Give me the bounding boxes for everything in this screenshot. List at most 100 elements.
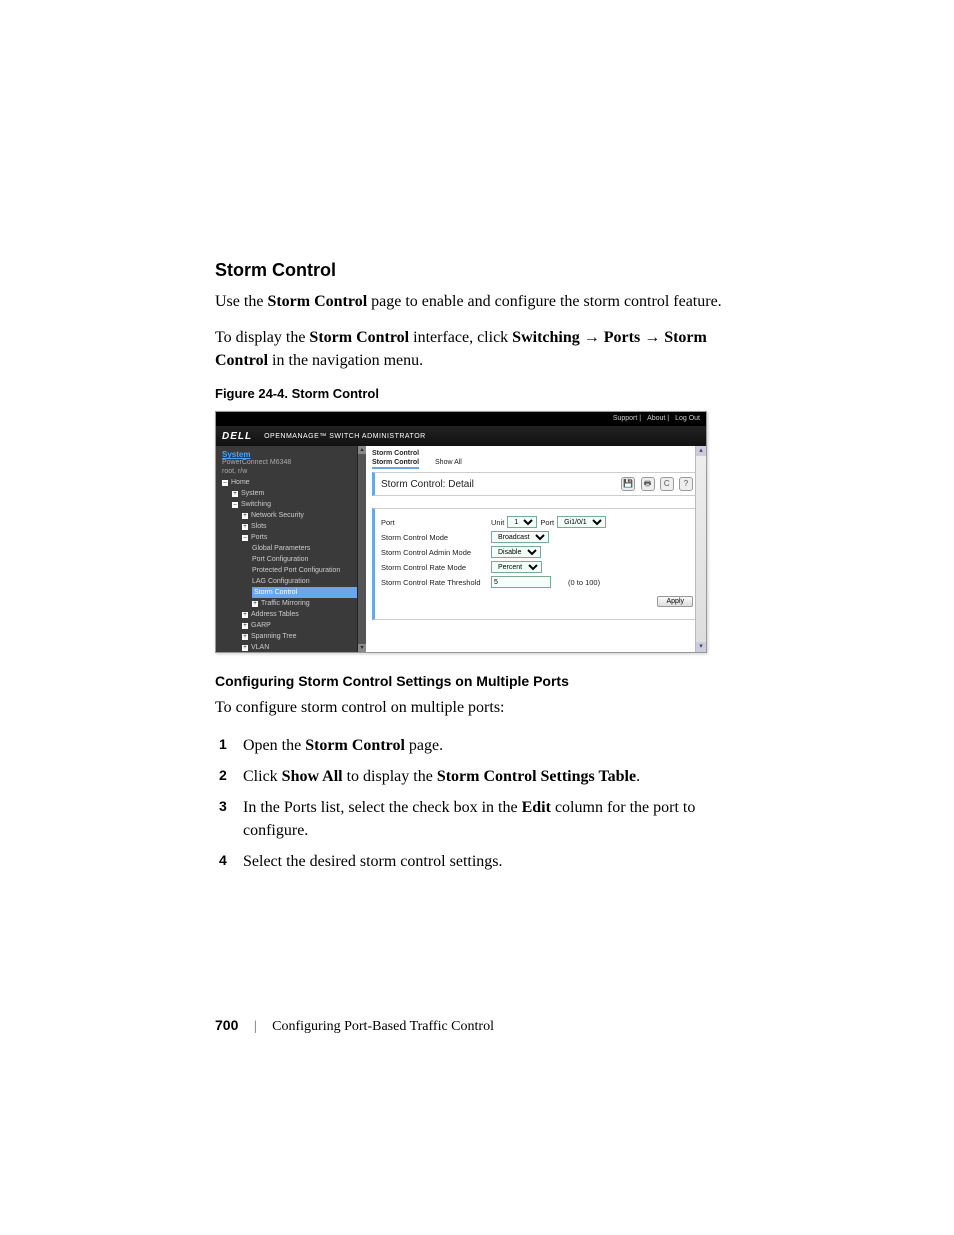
refresh-icon[interactable]: C (660, 477, 674, 491)
sidebar-item-protected-port[interactable]: Protected Port Configuration (252, 565, 360, 576)
row-mode: Storm Control Mode Broadcast (381, 531, 693, 543)
step-3: 3 In the Ports list, select the check bo… (243, 796, 739, 842)
text-bold: Show All (282, 768, 343, 785)
tree-toggle-icon[interactable]: + (242, 612, 248, 618)
text-bold: Switching (512, 329, 580, 346)
text: Select the desired storm control setting… (243, 853, 503, 870)
scroll-down-icon[interactable]: ▾ (696, 642, 706, 652)
lead-paragraph: To configure storm control on multiple p… (215, 697, 739, 719)
step-number: 4 (219, 850, 227, 870)
scroll-up-icon[interactable]: ▴ (696, 446, 706, 456)
apply-row: Apply (381, 596, 693, 607)
step-number: 3 (219, 796, 227, 816)
tree-toggle-icon[interactable]: – (242, 535, 248, 541)
text: Click (243, 768, 282, 785)
sidebar-scrollbar[interactable]: ▴ ▾ (357, 446, 366, 652)
tree-toggle-icon[interactable]: + (232, 491, 238, 497)
tree-toggle-icon[interactable]: + (242, 645, 248, 651)
apply-button[interactable]: Apply (657, 596, 693, 607)
main-scrollbar[interactable]: ▴ ▾ (695, 446, 706, 652)
label-port: Port (381, 518, 491, 527)
scroll-down-icon[interactable]: ▾ (358, 644, 366, 652)
tree-toggle-icon[interactable]: – (232, 502, 238, 508)
select-port[interactable]: Gi1/0/1 (557, 516, 606, 528)
save-icon[interactable]: 💾 (621, 477, 635, 491)
text: Open the (243, 737, 305, 754)
pane-header: Storm Control: Detail 💾 🖶 C ? (372, 472, 700, 496)
sidebar-device-name: PowerConnect M6348 (222, 459, 360, 466)
brand-bar: DELL OPENMANAGE™ SWITCH ADMINISTRATOR (216, 426, 706, 446)
select-rate-mode[interactable]: Percent (491, 561, 542, 573)
tree-toggle-icon[interactable]: + (242, 623, 248, 629)
text: Use the (215, 293, 267, 310)
sidebar-item-port-configuration[interactable]: Port Configuration (252, 554, 360, 565)
link-about[interactable]: About (647, 415, 665, 422)
label-unit: Unit (491, 518, 504, 527)
sidebar-item-network-security[interactable]: +Network Security (242, 510, 360, 521)
tree-toggle-icon[interactable]: + (252, 601, 258, 607)
sidebar-item-storm-control[interactable]: Storm Control (252, 587, 360, 598)
dell-logo: DELL (222, 431, 252, 442)
app-topbar: Support | About | Log Out (216, 412, 706, 426)
link-support[interactable]: Support (613, 415, 638, 422)
tab-storm-control[interactable]: Storm Control (372, 459, 419, 469)
tree-toggle-icon[interactable]: – (222, 480, 228, 486)
row-port: Port Unit 1 Port Gi1/0/1 (381, 516, 693, 528)
page-number: 700 (215, 1017, 238, 1033)
row-admin-mode: Storm Control Admin Mode Disable (381, 546, 693, 558)
tree-toggle-icon[interactable]: + (242, 524, 248, 530)
text-bold: Storm Control (267, 293, 367, 310)
sidebar-heading-system[interactable]: System (222, 450, 360, 459)
tree-toggle-icon[interactable]: + (242, 634, 248, 640)
select-admin-mode[interactable]: Disable (491, 546, 541, 558)
sidebar-item-home[interactable]: –Home (222, 477, 360, 488)
text: To display the (215, 329, 309, 346)
scroll-up-icon[interactable]: ▴ (358, 446, 366, 454)
text: page to enable and configure the storm c… (367, 293, 722, 310)
row-threshold: Storm Control Rate Threshold (0 to 100) (381, 576, 693, 588)
sidebar-item-slots[interactable]: +Slots (242, 521, 360, 532)
input-threshold[interactable] (491, 576, 551, 588)
label-rate-mode: Storm Control Rate Mode (381, 563, 491, 572)
print-icon[interactable]: 🖶 (641, 477, 655, 491)
text-bold: Storm Control (305, 737, 405, 754)
pane-body: Port Unit 1 Port Gi1/0/1 Storm Control M… (372, 508, 700, 620)
sidebar-item-spanning-tree[interactable]: +Spanning Tree (242, 631, 360, 642)
row-rate-mode: Storm Control Rate Mode Percent (381, 561, 693, 573)
sidebar-user-role: root, r/w (222, 468, 360, 475)
page-footer: 700 | Configuring Port-Based Traffic Con… (215, 1017, 494, 1035)
sidebar-item-lag-configuration[interactable]: LAG Configuration (252, 576, 360, 587)
step-number: 2 (219, 765, 227, 785)
text-bold: Edit (522, 799, 551, 816)
tab-show-all[interactable]: Show All (435, 459, 462, 466)
sidebar-item-ports[interactable]: –Ports (242, 532, 360, 543)
sidebar-item-address-tables[interactable]: +Address Tables (242, 609, 360, 620)
select-unit[interactable]: 1 (507, 516, 537, 528)
label-threshold: Storm Control Rate Threshold (381, 578, 491, 587)
brand-subtitle: OPENMANAGE™ SWITCH ADMINISTRATOR (264, 433, 426, 440)
select-mode[interactable]: Broadcast (491, 531, 549, 543)
step-2: 2 Click Show All to display the Storm Co… (243, 765, 739, 788)
sidebar-item-garp[interactable]: +GARP (242, 620, 360, 631)
label-mode: Storm Control Mode (381, 533, 491, 542)
help-icon[interactable]: ? (679, 477, 693, 491)
text: . (636, 768, 640, 785)
link-logout[interactable]: Log Out (675, 415, 700, 422)
label-admin-mode: Storm Control Admin Mode (381, 548, 491, 557)
tree-toggle-icon[interactable]: + (242, 513, 248, 519)
sidebar-item-vlan[interactable]: +VLAN (242, 642, 360, 652)
embedded-screenshot: Support | About | Log Out DELL OPENMANAG… (215, 411, 707, 653)
tab-bar: Storm Control Show All (372, 459, 700, 466)
text-bold: Ports (604, 329, 640, 346)
step-number: 1 (219, 734, 227, 754)
paragraph-2: To display the Storm Control interface, … (215, 327, 739, 372)
sidebar-item-switching[interactable]: –Switching (232, 499, 360, 510)
footer-separator: | (254, 1019, 257, 1034)
text-bold: Storm Control (309, 329, 409, 346)
text: → (640, 329, 664, 346)
sidebar-item-global-parameters[interactable]: Global Parameters (252, 543, 360, 554)
section-heading: Storm Control (215, 260, 739, 281)
text: In the Ports list, select the check box … (243, 799, 522, 816)
sidebar-item-system[interactable]: +System (232, 488, 360, 499)
sidebar-item-traffic-mirroring[interactable]: +Traffic Mirroring (252, 598, 360, 609)
